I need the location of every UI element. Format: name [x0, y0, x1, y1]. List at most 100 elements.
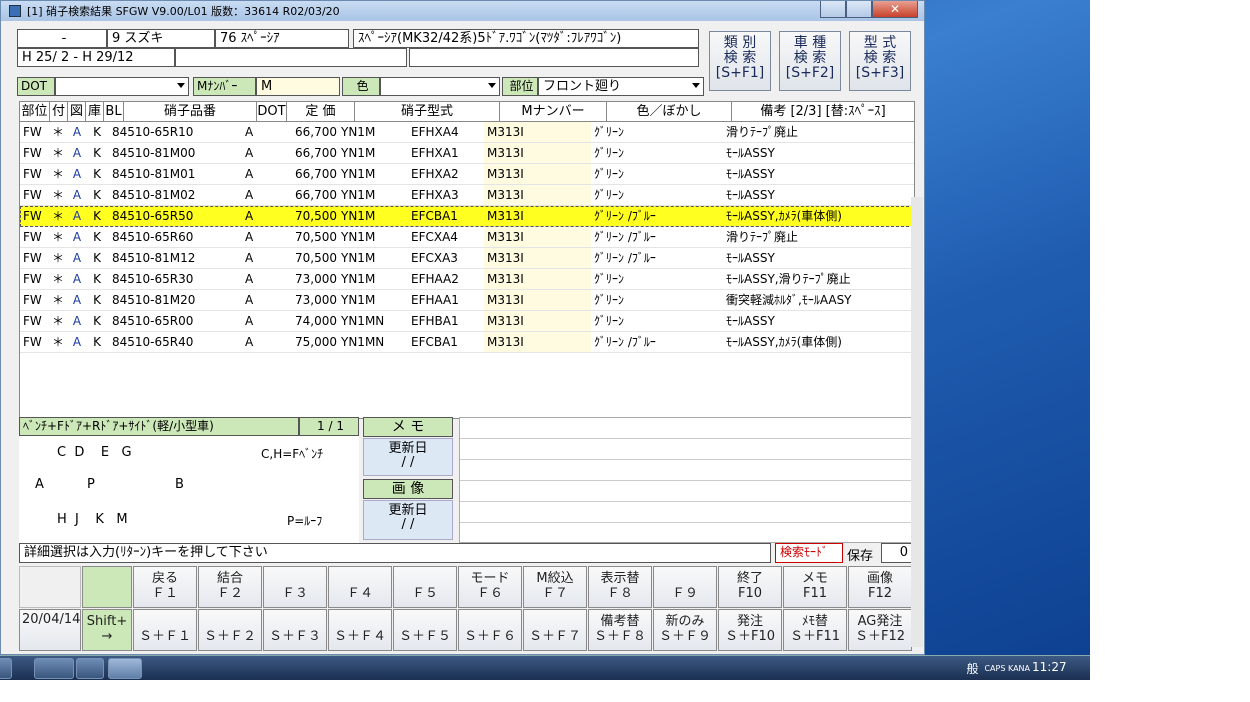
vertical-scrollbar[interactable]	[911, 197, 923, 647]
maker-code-field[interactable]: -	[17, 29, 107, 48]
dot-select[interactable]	[55, 77, 189, 96]
table-row[interactable]: FW ＊ A K 84510-65R30 A 73,000 YN1M EFHAA2 M313I ｸﾞ…	[20, 269, 914, 290]
part-select[interactable]: フロント廻り	[538, 77, 704, 96]
table-cell: 70,500	[295, 251, 337, 265]
table-cell: YN1MN	[341, 314, 385, 328]
period-field[interactable]: H 25/ 2 - H 29/12	[17, 48, 175, 67]
fkey-shift-f6[interactable]: Ｓ＋Ｆ６	[458, 609, 522, 651]
table-cell: EFHXA1	[411, 146, 459, 160]
memo-line	[460, 481, 914, 502]
detail-panel: ﾍﾞﾝﾁ+Fﾄﾞｱ+Rﾄﾞｱ+ｻｲﾄﾞ(軽/小型車) 1 / 1 C D E G…	[19, 417, 359, 543]
fkey-shift-f3[interactable]: Ｓ＋Ｆ３	[263, 609, 327, 651]
title-bar[interactable]: [1] 硝子検索結果 SFGW V9.00/L01 版数：33614 R02/0…	[1, 1, 924, 21]
table-header: 部位 付 図 庫 BL 硝子品番 DOT 定 価 硝子型式 Mナンバー 色／ぼか…	[20, 102, 914, 122]
col-header: 庫	[86, 102, 104, 121]
table-row[interactable]: FW ＊ A K 84510-65R00 A 74,000 YN1MN EFHBA1 M313I ｸ…	[20, 311, 914, 332]
table-cell: YN1M	[341, 146, 376, 160]
table-row[interactable]: FW ＊ A K 84510-65R60 A 70,500 YN1M EFCXA4 M313I ｸﾞ…	[20, 227, 914, 248]
fkey-f11[interactable]: メモ F11	[783, 566, 847, 608]
table-cell: 84510-81M02	[112, 188, 196, 202]
table-cell: ＊	[51, 251, 64, 265]
fkey-f4[interactable]: Ｆ４	[328, 566, 392, 608]
table-cell: M313I	[484, 311, 591, 331]
start-button[interactable]	[0, 658, 12, 679]
fkey-shift-f1[interactable]: Ｓ＋Ｆ１	[133, 609, 197, 651]
table-row[interactable]: FW ＊ A K 84510-81M12 A 70,500 YN1M EFCXA3 M313I ｸﾞ…	[20, 248, 914, 269]
mnumber-input[interactable]: M	[256, 77, 340, 96]
image-label: 画 像	[363, 479, 453, 499]
ime-icon[interactable]: 般	[966, 660, 978, 677]
taskbar-app-2[interactable]	[76, 658, 104, 679]
fkey-f10[interactable]: 終了 F10	[718, 566, 782, 608]
fkey-f5[interactable]: Ｆ５	[393, 566, 457, 608]
table-row[interactable]: FW ＊ A K 84510-81M01 A 66,700 YN1M EFHXA2 M313I ｸﾞ…	[20, 164, 914, 185]
table-row[interactable]: FW ＊ A K 84510-81M00 A 66,700 YN1M EFHXA1 M313I ｸﾞ…	[20, 143, 914, 164]
col-header: 備考 [2/3] [替:ｽﾍﾟｰｽ]	[760, 104, 886, 119]
fkey-shift-f5[interactable]: Ｓ＋Ｆ５	[393, 609, 457, 651]
fkey-shift-f10[interactable]: 発注 Ｓ＋F10	[718, 609, 782, 651]
memo-updated: 更新日 / /	[363, 438, 453, 476]
save-label: 保存	[847, 549, 874, 564]
fkey-f9[interactable]: Ｆ９	[653, 566, 717, 608]
table-cell: A	[245, 230, 254, 244]
table-cell: M313I	[484, 248, 591, 268]
shift-toggle-button[interactable]: Shift+ →	[82, 609, 132, 651]
fkey-shift-f4[interactable]: Ｓ＋Ｆ４	[328, 609, 392, 651]
car-search-button[interactable]: 車 種 検 索 [S+F2]	[779, 31, 841, 91]
fkey-shift-f7[interactable]: Ｓ＋Ｆ７	[523, 609, 587, 651]
close-button[interactable]: ✕	[872, 1, 918, 18]
fkey-shift-f12[interactable]: AG発注 Ｓ＋F12	[848, 609, 912, 651]
table-cell: 66,700	[295, 167, 337, 181]
table-cell: K	[93, 272, 101, 286]
car-model-field[interactable]: 76 ｽﾍﾟｰｼｱ	[215, 29, 349, 48]
fkey-f3[interactable]: Ｆ３	[263, 566, 327, 608]
fkey-f8[interactable]: 表示替 Ｆ８	[588, 566, 652, 608]
taskbar-app-1[interactable]	[34, 658, 74, 679]
fkey-shift-f11[interactable]: ﾒﾓ替 Ｓ＋F11	[783, 609, 847, 651]
table-cell: A	[72, 314, 82, 328]
fkey-shift-f2[interactable]: Ｓ＋Ｆ２	[198, 609, 262, 651]
table-row[interactable]: FW ＊ A K 84510-81M20 A 73,000 YN1M EFHAA1 M313I ｸﾞ…	[20, 290, 914, 311]
table-cell: 84510-81M00	[112, 146, 196, 160]
fkey-f6[interactable]: モード Ｆ６	[458, 566, 522, 608]
extra-field-2[interactable]	[409, 48, 699, 67]
table-cell: EFHAA2	[411, 272, 459, 286]
table-cell: 84510-65R30	[112, 272, 194, 286]
clock[interactable]: 11:27	[1032, 660, 1067, 674]
fkey-shift-f8[interactable]: 備考替 Ｓ＋Ｆ８	[588, 609, 652, 651]
fkey-f7[interactable]: M絞込 Ｆ７	[523, 566, 587, 608]
table-cell: 84510-65R10	[112, 125, 194, 139]
memo-area[interactable]	[459, 417, 915, 543]
table-cell: 84510-65R60	[112, 230, 194, 244]
table-cell: K	[93, 209, 101, 223]
table-row[interactable]: FW ＊ A K 84510-65R10 A 66,700 YN1M EFHXA4 M313I ｸﾞ…	[20, 122, 914, 143]
fkey-f1[interactable]: 戻る Ｆ１	[133, 566, 197, 608]
table-row[interactable]: FW ＊ A K 84510-65R50 A 70,500 YN1M EFCBA1 M313I ｸﾞ…	[20, 206, 914, 227]
table-cell: ＊	[51, 272, 64, 286]
color-select[interactable]	[380, 77, 500, 96]
minimize-button[interactable]	[820, 1, 846, 18]
table-cell: YN1M	[341, 272, 376, 286]
table-cell: ﾓｰﾙASSY	[726, 314, 775, 328]
memo-line	[460, 460, 914, 481]
fkey-f12[interactable]: 画像 F12	[848, 566, 912, 608]
table-cell: 66,700	[295, 125, 337, 139]
table-cell: 滑りﾃｰﾌﾟ廃止	[726, 125, 799, 139]
table-cell: ﾓｰﾙASSY	[726, 251, 775, 265]
table-row[interactable]: FW ＊ A K 84510-81M02 A 66,700 YN1M EFHXA3 M313I ｸﾞ…	[20, 185, 914, 206]
taskbar-app-3[interactable]	[108, 658, 142, 679]
mnumber-label: Mﾅﾝﾊﾞｰ	[193, 77, 256, 96]
maker-field[interactable]: 9 スズキ	[107, 29, 215, 48]
extra-field-1[interactable]	[175, 48, 407, 67]
car-type-field[interactable]: ｽﾍﾟｰｼｱ(MK32/42系)5ﾄﾞｱ.ﾜｺﾞﾝ(ﾏﾂﾀﾞ:ﾌﾚｱﾜｺﾞﾝ)	[353, 29, 699, 48]
fkey-shift-f9[interactable]: 新のみ Ｓ＋Ｆ９	[653, 609, 717, 651]
date-display: 20/04/14	[19, 609, 81, 651]
maximize-button[interactable]	[846, 1, 872, 18]
table-cell: A	[72, 125, 82, 139]
table-row[interactable]: FW ＊ A K 84510-65R40 A 75,000 YN1MN EFCBA1 M313I ｸ…	[20, 332, 914, 353]
type-search-button[interactable]: 類 別 検 索 [S+F1]	[709, 31, 771, 91]
table-cell: M313I	[484, 185, 591, 205]
fkey-f2[interactable]: 結合 Ｆ２	[198, 566, 262, 608]
main-content: - 9 スズキ 76 ｽﾍﾟｰｼｱ ｽﾍﾟｰｼｱ(MK32/42系)5ﾄﾞｱ.ﾜ…	[15, 27, 916, 656]
model-search-button[interactable]: 型 式 検 索 [S+F3]	[849, 31, 911, 91]
